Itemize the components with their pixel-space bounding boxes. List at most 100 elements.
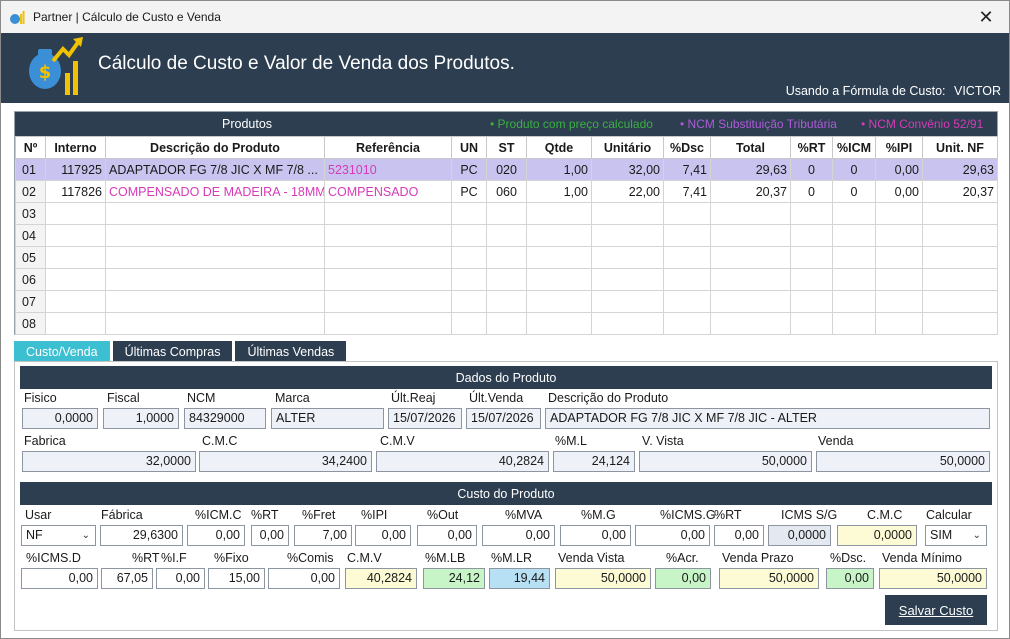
table-cell[interactable] bbox=[526, 202, 592, 225]
products-table[interactable]: Nº Interno Descrição do Produto Referência U… bbox=[15, 136, 998, 335]
column-header[interactable]: Interno bbox=[45, 136, 106, 159]
table-cell[interactable]: 32,00 bbox=[591, 158, 664, 181]
table-cell[interactable] bbox=[324, 290, 452, 313]
table-cell[interactable]: 0 bbox=[790, 180, 833, 203]
table-cell[interactable] bbox=[832, 290, 876, 313]
table-cell[interactable] bbox=[526, 246, 592, 269]
table-cell[interactable] bbox=[451, 246, 487, 269]
table-cell[interactable] bbox=[486, 290, 527, 313]
table-cell[interactable]: 05 bbox=[15, 246, 46, 269]
table-cell[interactable]: COMPENSADO DE MADEIRA - 18MM bbox=[105, 180, 325, 203]
table-cell[interactable]: ADAPTADOR FG 7/8 JIC X MF 7/8 ... bbox=[105, 158, 325, 181]
table-cell[interactable] bbox=[591, 290, 664, 313]
table-cell[interactable] bbox=[591, 224, 664, 247]
column-header[interactable]: ST bbox=[486, 136, 527, 159]
table-cell[interactable] bbox=[663, 312, 711, 335]
table-cell[interactable]: 04 bbox=[15, 224, 46, 247]
table-cell[interactable] bbox=[875, 312, 923, 335]
calcular-select[interactable]: SIM ⌄ bbox=[925, 525, 987, 546]
table-cell[interactable] bbox=[710, 268, 791, 291]
table-cell[interactable]: COMPENSADO bbox=[324, 180, 452, 203]
venda-vista-input[interactable]: 50,0000 bbox=[555, 568, 651, 589]
fixo-input[interactable]: 15,00 bbox=[208, 568, 265, 589]
table-cell[interactable] bbox=[922, 268, 998, 291]
tab-ultimas-compras[interactable]: Últimas Compras bbox=[112, 341, 233, 362]
column-header[interactable]: Qtde bbox=[526, 136, 592, 159]
table-cell[interactable] bbox=[45, 224, 106, 247]
ipi-input[interactable]: 0,00 bbox=[355, 525, 411, 546]
table-cell[interactable]: 0 bbox=[790, 158, 833, 181]
table-cell[interactable] bbox=[486, 268, 527, 291]
column-header[interactable]: %Dsc bbox=[663, 136, 711, 159]
table-cell[interactable]: PC bbox=[451, 158, 487, 181]
table-cell[interactable] bbox=[922, 246, 998, 269]
save-cost-button[interactable]: Salvar Custo bbox=[885, 595, 987, 625]
table-cell[interactable]: 20,37 bbox=[922, 180, 998, 203]
table-cell[interactable] bbox=[451, 290, 487, 313]
table-cell[interactable] bbox=[526, 312, 592, 335]
table-cell[interactable]: 20,37 bbox=[710, 180, 791, 203]
table-cell[interactable]: 020 bbox=[486, 158, 527, 181]
table-cell[interactable] bbox=[45, 312, 106, 335]
table-cell[interactable] bbox=[324, 246, 452, 269]
table-cell[interactable] bbox=[105, 224, 325, 247]
table-cell[interactable] bbox=[45, 246, 106, 269]
table-cell[interactable] bbox=[663, 202, 711, 225]
column-header[interactable]: %IPI bbox=[875, 136, 923, 159]
venda-prazo-input[interactable]: 50,0000 bbox=[719, 568, 819, 589]
table-cell[interactable] bbox=[922, 290, 998, 313]
table-cell[interactable] bbox=[591, 312, 664, 335]
table-cell[interactable] bbox=[526, 224, 592, 247]
table-row[interactable]: 06 bbox=[15, 268, 998, 291]
table-cell[interactable] bbox=[526, 290, 592, 313]
mlb-field[interactable]: 24,12 bbox=[423, 568, 485, 589]
table-cell[interactable]: 29,63 bbox=[710, 158, 791, 181]
cmc-input[interactable]: 0,0000 bbox=[837, 525, 917, 546]
table-cell[interactable]: 0,00 bbox=[875, 158, 923, 181]
table-cell[interactable] bbox=[451, 202, 487, 225]
table-cell[interactable]: 22,00 bbox=[591, 180, 664, 203]
table-cell[interactable]: 7,41 bbox=[663, 180, 711, 203]
table-row[interactable]: 05 bbox=[15, 246, 998, 269]
table-cell[interactable] bbox=[875, 290, 923, 313]
table-cell[interactable] bbox=[875, 246, 923, 269]
column-header[interactable]: Total bbox=[710, 136, 791, 159]
column-header[interactable]: Descrição do Produto bbox=[105, 136, 325, 159]
column-header[interactable]: UN bbox=[451, 136, 487, 159]
table-cell[interactable]: 060 bbox=[486, 180, 527, 203]
out-input[interactable]: 0,00 bbox=[417, 525, 477, 546]
table-cell[interactable] bbox=[832, 224, 876, 247]
table-cell[interactable]: 7,41 bbox=[663, 158, 711, 181]
table-cell[interactable] bbox=[324, 268, 452, 291]
table-cell[interactable]: 0 bbox=[832, 180, 876, 203]
table-cell[interactable]: 08 bbox=[15, 312, 46, 335]
dsc-input[interactable]: 0,00 bbox=[826, 568, 874, 589]
table-cell[interactable] bbox=[324, 224, 452, 247]
table-cell[interactable] bbox=[710, 290, 791, 313]
table-cell[interactable]: 0 bbox=[832, 158, 876, 181]
table-cell[interactable]: 1,00 bbox=[526, 180, 592, 203]
rt3-input[interactable]: 67,05 bbox=[101, 568, 153, 589]
acr-input[interactable]: 0,00 bbox=[655, 568, 711, 589]
table-cell[interactable]: 07 bbox=[15, 290, 46, 313]
table-cell[interactable] bbox=[790, 268, 833, 291]
table-cell[interactable] bbox=[922, 312, 998, 335]
table-cell[interactable]: 1,00 bbox=[526, 158, 592, 181]
table-cell[interactable] bbox=[832, 312, 876, 335]
tab-ultimas-vendas[interactable]: Últimas Vendas bbox=[235, 341, 347, 362]
table-cell[interactable] bbox=[324, 312, 452, 335]
table-cell[interactable] bbox=[45, 290, 106, 313]
table-cell[interactable]: 5231010 bbox=[324, 158, 452, 181]
table-cell[interactable] bbox=[790, 202, 833, 225]
column-header[interactable]: %RT bbox=[790, 136, 833, 159]
fabrica-input[interactable]: 29,6300 bbox=[100, 525, 183, 546]
table-row[interactable]: 02 117826 COMPENSADO DE MADEIRA - 18MM COMP… bbox=[15, 180, 998, 203]
close-button[interactable]: ✕ bbox=[963, 1, 1009, 33]
cmv-field[interactable]: 40,2824 bbox=[345, 568, 417, 589]
table-cell[interactable] bbox=[105, 246, 325, 269]
table-cell[interactable] bbox=[105, 312, 325, 335]
table-row[interactable]: 01 117925 ADAPTADOR FG 7/8 JIC X MF 7/8 ..… bbox=[15, 158, 998, 181]
column-header[interactable]: Unitário bbox=[591, 136, 664, 159]
table-cell[interactable] bbox=[663, 246, 711, 269]
table-cell[interactable] bbox=[105, 268, 325, 291]
